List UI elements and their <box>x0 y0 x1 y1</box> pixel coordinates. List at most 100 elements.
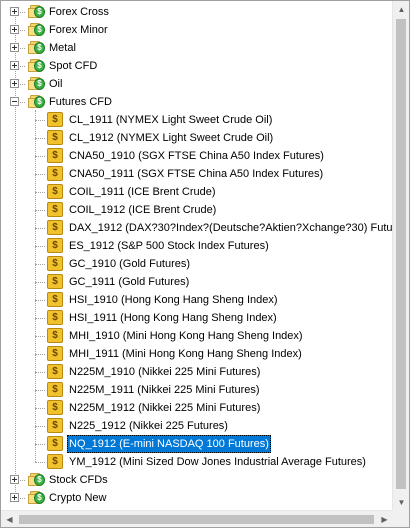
currency-folder-icon: $ <box>28 58 46 74</box>
symbol-row[interactable]: $ ES_1912 (S&P 500 Stock Index Futures) <box>1 237 393 255</box>
tree-connector <box>35 426 45 427</box>
symbol-row[interactable]: $ CL_1911 (NYMEX Light Sweet Crude Oil) <box>1 111 393 129</box>
scroll-up-icon[interactable]: ▲ <box>393 1 409 18</box>
dollar-symbol-icon: $ <box>47 256 63 271</box>
scroll-down-icon[interactable]: ▼ <box>393 494 409 511</box>
tree-group-row[interactable]: $ Crypto New <box>1 489 393 507</box>
tree-connector <box>35 300 45 301</box>
tree-connector <box>35 390 45 391</box>
tree-group-row[interactable]: $ Forex Cross <box>1 3 393 21</box>
tree-connector <box>35 444 45 445</box>
expand-icon[interactable] <box>10 7 19 16</box>
currency-folder-icon: $ <box>28 472 46 488</box>
symbol-label: N225M_1911 (Nikkei 225 Mini Futures) <box>69 384 260 396</box>
dollar-symbol-icon: $ <box>47 130 63 145</box>
symbols-tree: $ Forex Cross $ Forex Minor $ Metal $ Spot CFD $… <box>1 3 393 511</box>
symbol-row[interactable]: $ GC_1911 (Gold Futures) <box>1 273 393 291</box>
symbol-label: N225_1912 (Nikkei 225 Futures) <box>69 420 228 432</box>
symbol-label: GC_1911 (Gold Futures) <box>69 276 190 288</box>
symbol-row[interactable]: $ MHI_1910 (Mini Hong Kong Hang Sheng Ind… <box>1 327 393 345</box>
scroll-right-icon[interactable]: ▶ <box>376 511 393 527</box>
dollar-symbol-icon: $ <box>47 166 63 181</box>
dollar-symbol-icon: $ <box>47 310 63 325</box>
dollar-symbol-icon: $ <box>47 220 63 235</box>
symbol-label: N225M_1910 (Nikkei 225 Mini Futures) <box>69 366 261 378</box>
expand-icon[interactable] <box>10 61 19 70</box>
tree-connector <box>35 354 45 355</box>
dollar-symbol-icon: $ <box>47 328 63 343</box>
symbol-row[interactable]: $ DAX_1912 (DAX?30?Index?(Deutsche?Aktien… <box>1 219 393 237</box>
dollar-symbol-icon: $ <box>47 112 63 127</box>
scrollbar-corner <box>392 510 409 527</box>
tree-connector <box>35 156 45 157</box>
symbol-label: ES_1912 (S&P 500 Stock Index Futures) <box>69 240 269 252</box>
horizontal-scroll-thumb[interactable] <box>19 515 374 524</box>
symbol-label: GC_1910 (Gold Futures) <box>69 258 191 270</box>
symbol-row[interactable]: $ COIL_1912 (ICE Brent Crude) <box>1 201 393 219</box>
tree-group-row[interactable]: $ Oil <box>1 75 393 93</box>
tree-connector <box>35 264 45 265</box>
dollar-symbol-icon: $ <box>47 436 63 451</box>
tree-connector <box>35 210 45 211</box>
symbol-row[interactable]: $ GC_1910 (Gold Futures) <box>1 255 393 273</box>
tree-connector <box>35 246 45 247</box>
expand-icon[interactable] <box>10 475 19 484</box>
symbol-row[interactable]: $ CL_1912 (NYMEX Light Sweet Crude Oil) <box>1 129 393 147</box>
tree-connector <box>35 138 45 139</box>
dollar-symbol-icon: $ <box>47 364 63 379</box>
dollar-symbol-icon: $ <box>47 346 63 361</box>
tree-group-row[interactable]: $ Stock CFDs <box>1 471 393 489</box>
tree-connector <box>35 228 45 229</box>
tree-group-row[interactable]: $ Metal <box>1 39 393 57</box>
symbol-row[interactable]: $ COIL_1911 (ICE Brent Crude) <box>1 183 393 201</box>
dollar-symbol-icon: $ <box>47 238 63 253</box>
symbol-row[interactable]: $ NQ_1912 (E-mini NASDAQ 100 Futures) <box>1 435 393 453</box>
symbols-panel: $ Forex Cross $ Forex Minor $ Metal $ Spot CFD $… <box>0 0 410 528</box>
dollar-symbol-icon: $ <box>47 418 63 433</box>
symbol-row[interactable]: $ N225M_1912 (Nikkei 225 Mini Futures) <box>1 399 393 417</box>
symbol-row[interactable]: $ YM_1912 (Mini Sized Dow Jones Industria… <box>1 453 393 471</box>
symbol-label: COIL_1912 (ICE Brent Crude) <box>69 204 217 216</box>
symbol-row[interactable]: $ CNA50_1911 (SGX FTSE China A50 Index Fu… <box>1 165 393 183</box>
vertical-scroll-thumb[interactable] <box>396 19 406 489</box>
symbol-row[interactable]: $ N225_1912 (Nikkei 225 Futures) <box>1 417 393 435</box>
tree-group-row[interactable]: $ Forex Minor <box>1 21 393 39</box>
tree-connector <box>35 372 45 373</box>
symbol-label: CL_1911 (NYMEX Light Sweet Crude Oil) <box>69 114 273 126</box>
vertical-scrollbar[interactable]: ▲ ▼ <box>392 1 409 511</box>
expand-icon[interactable] <box>10 25 19 34</box>
collapse-icon[interactable] <box>10 97 19 106</box>
symbol-label: CNA50_1911 (SGX FTSE China A50 Index Fut… <box>69 168 324 180</box>
symbol-row[interactable]: $ N225M_1910 (Nikkei 225 Mini Futures) <box>1 363 393 381</box>
symbol-row[interactable]: $ N225M_1911 (Nikkei 225 Mini Futures) <box>1 381 393 399</box>
symbol-label: YM_1912 (Mini Sized Dow Jones Industrial… <box>69 456 366 468</box>
dollar-symbol-icon: $ <box>47 148 63 163</box>
symbol-row[interactable]: $ HSI_1910 (Hong Kong Hang Sheng Index) <box>1 291 393 309</box>
expand-icon[interactable] <box>10 493 19 502</box>
currency-folder-icon: $ <box>28 4 46 20</box>
tree-group-label: Futures CFD <box>49 96 112 108</box>
symbol-label: DAX_1912 (DAX?30?Index?(Deutsche?Aktien?… <box>69 222 393 234</box>
symbol-row[interactable]: $ HSI_1911 (Hong Kong Hang Sheng Index) <box>1 309 393 327</box>
symbol-row[interactable]: $ MHI_1911 (Mini Hong Kong Hang Sheng Ind… <box>1 345 393 363</box>
symbol-label: MHI_1910 (Mini Hong Kong Hang Sheng Inde… <box>69 330 303 342</box>
symbol-label: HSI_1911 (Hong Kong Hang Sheng Index) <box>69 312 277 324</box>
currency-folder-icon: $ <box>28 40 46 56</box>
scroll-left-icon[interactable]: ◀ <box>1 511 18 527</box>
currency-folder-icon: $ <box>28 22 46 38</box>
dollar-symbol-icon: $ <box>47 382 63 397</box>
tree-group-label: Stock CFDs <box>49 474 108 486</box>
tree-group-row[interactable]: $ Futures CFD <box>1 93 393 111</box>
symbol-label: N225M_1912 (Nikkei 225 Mini Futures) <box>69 402 261 414</box>
dollar-symbol-icon: $ <box>47 454 63 469</box>
tree-group-label: Metal <box>49 42 76 54</box>
symbol-row[interactable]: $ CNA50_1910 (SGX FTSE China A50 Index Fu… <box>1 147 393 165</box>
tree-group-label: Spot CFD <box>49 60 98 72</box>
symbol-label: MHI_1911 (Mini Hong Kong Hang Sheng Inde… <box>69 348 302 360</box>
tree-group-row[interactable]: $ Spot CFD <box>1 57 393 75</box>
horizontal-scrollbar[interactable]: ◀ ▶ <box>1 510 393 527</box>
expand-icon[interactable] <box>10 79 19 88</box>
expand-icon[interactable] <box>10 43 19 52</box>
selected-symbol-label: NQ_1912 (E-mini NASDAQ 100 Futures) <box>67 435 271 453</box>
tree-connector <box>35 110 36 462</box>
